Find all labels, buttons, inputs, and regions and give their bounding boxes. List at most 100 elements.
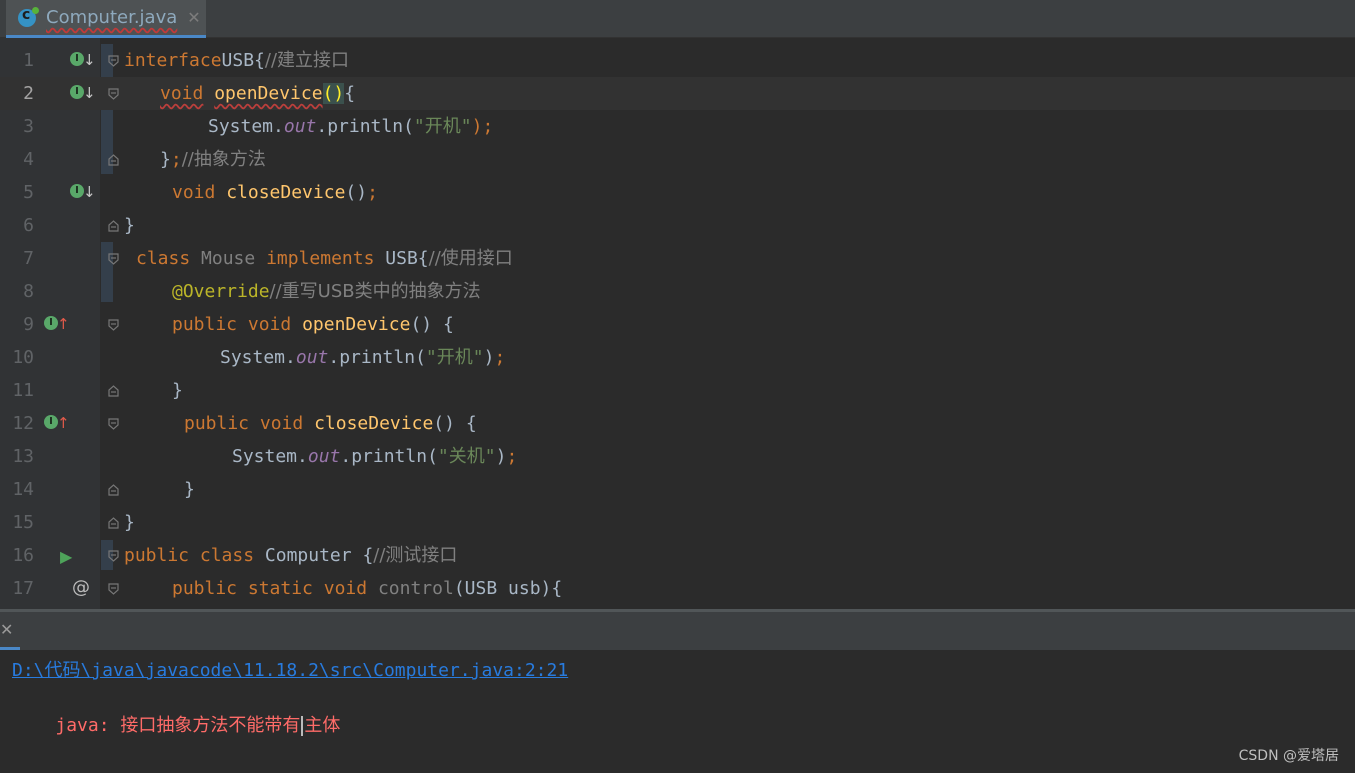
code-line[interactable]: 6} [0,209,1355,242]
code-token: interface [124,50,222,71]
fold-close-icon[interactable] [108,484,119,496]
fold-open-icon[interactable] [108,418,119,430]
code-token: .println( [340,446,438,467]
code-line[interactable]: 10 System.out.println("开机"); [0,341,1355,374]
code-token: //使用接口 [428,248,513,269]
code-line[interactable]: 16 ▶ public class Computer {//测试接口 [0,539,1355,572]
code-token: (USB [453,578,498,599]
fold-close-icon[interactable] [108,517,119,529]
fold-open-icon[interactable] [108,253,119,265]
tab-filename: Computer.java [46,7,178,28]
code-line[interactable]: 12 I ↑ public void closeDevice() { [0,407,1355,440]
code-line[interactable]: 3 System.out.println("开机"); [0,110,1355,143]
fold-open-icon[interactable] [108,583,119,595]
line-number: 4 [23,149,34,170]
implemented-down-icon[interactable]: I ↓ [70,85,96,103]
code-token: class [199,545,255,566]
implements-up-icon[interactable]: I ↑ [44,415,70,433]
code-token: USB{ [221,50,265,71]
code-token: ; [367,182,378,203]
at-icon[interactable]: @ [72,577,90,598]
fold-close-icon[interactable] [108,154,119,166]
code-editor[interactable]: 1 I ↓ interfaceUSB{//建立接口 2 I ↓ void openDevice… [0,38,1355,609]
line-number: 16 [12,545,34,566]
implements-up-icon[interactable]: I ↑ [44,316,70,334]
code-token: USB{ [385,248,429,269]
error-label: java: [55,715,110,736]
code-line[interactable]: 15} [0,506,1355,539]
error-file-link[interactable]: D:\代码\java\javacode\11.18.2\src\Computer… [12,656,568,682]
fold-open-icon[interactable] [108,55,119,67]
line-number: 3 [23,116,34,137]
code-line[interactable]: 8 @Override//重写USB类中的抽象方法 [0,275,1355,308]
code-token: System. [208,116,284,137]
implemented-down-icon[interactable]: I ↓ [70,52,96,70]
close-icon[interactable]: ✕ [187,8,200,27]
line-number: 7 [23,248,34,269]
code-token: } [124,215,135,236]
line-number: 17 [12,578,34,599]
tab-computer-java[interactable]: Computer.java ✕ [6,0,206,38]
code-line[interactable]: 4};//抽象方法 [0,143,1355,176]
java-class-icon [18,6,39,27]
code-token: closeDevice [314,413,434,434]
code-token: void [259,413,304,434]
code-token: { [442,314,454,335]
code-token: void [247,314,292,335]
code-token: control [377,578,454,599]
fold-close-icon[interactable] [108,385,119,397]
code-token: } [184,479,195,500]
code-token: @Override [172,281,270,302]
code-token: ; [170,149,182,170]
code-line[interactable]: 14} [0,473,1355,506]
code-token: void [323,578,368,599]
implemented-down-icon[interactable]: I ↓ [70,184,96,202]
watermark: CSDN @爱塔居 [1238,748,1339,764]
code-token: () [345,182,368,203]
code-line[interactable]: 5 I ↓ void closeDevice(); [0,176,1355,209]
code-token: ; [506,446,518,467]
code-line[interactable]: 1 I ↓ interfaceUSB{//建立接口 [0,44,1355,77]
code-token: .println( [328,347,426,368]
code-token: static [247,578,313,599]
fold-open-icon[interactable] [108,88,119,100]
code-token: .println( [316,116,414,137]
line-number: 15 [12,512,34,533]
fold-open-icon[interactable] [108,550,119,562]
code-token: Mouse [201,248,256,269]
code-token: public [184,413,250,434]
run-icon[interactable]: ▶ [60,547,72,566]
code-line[interactable]: 17 @ public static void control(USB usb){ [0,572,1355,605]
close-panel-icon[interactable]: ✕ [0,620,13,639]
line-number: 5 [23,182,34,203]
editor-tab-bar: Computer.java ✕ [0,0,1355,38]
code-token: out [283,116,317,137]
code-token: "开机" [425,347,484,368]
line-number: 2 [23,83,34,104]
error-message: java: 接口抽象方法不能带有 主体 [12,690,340,758]
code-line[interactable]: 7 class Mouse implements USB{//使用接口 [0,242,1355,275]
code-token: out [307,446,341,467]
code-text: System.out.println("关机"); [232,440,517,473]
code-token: () [410,314,433,335]
code-text: @Override//重写USB类中的抽象方法 [172,275,481,308]
code-token: out [295,347,329,368]
build-panel-header: ✕ [0,612,1355,650]
error-text-after-caret: 主体 [304,715,341,736]
code-line[interactable]: 2 I ↓ void openDevice(){ [0,77,1355,110]
code-line[interactable]: 11} [0,374,1355,407]
code-token: //建立接口 [264,50,350,71]
code-token: public [172,314,238,335]
code-line[interactable]: 9 I ↑ public void openDevice() { [0,308,1355,341]
code-line[interactable]: 13 System.out.println("关机"); [0,440,1355,473]
fold-close-icon[interactable] [108,220,119,232]
code-token: } [160,149,171,170]
fold-open-icon[interactable] [108,319,119,331]
